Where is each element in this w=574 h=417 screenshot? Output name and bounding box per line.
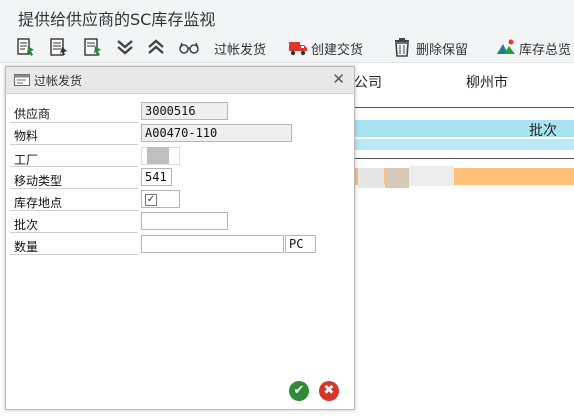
vendor-field[interactable]: 3000516 — [141, 102, 228, 120]
collapse-all-icon[interactable] — [145, 36, 167, 58]
row-separator — [10, 188, 138, 189]
cancel-icon: ✖ — [323, 383, 335, 398]
row-separator — [10, 232, 138, 233]
create-delivery-button[interactable]: 创建交货 — [311, 39, 363, 58]
delete-reservation-button[interactable]: 删除保留 — [416, 39, 468, 58]
close-icon[interactable]: ✕ — [332, 70, 345, 88]
dialog-title: 过帐发货 — [34, 74, 83, 88]
post-goods-issue-dialog: 过帐发货 ✕ 供应商 3000516 物料 A00470-110 工厂 移动类型… — [5, 66, 355, 410]
divider-line — [354, 107, 574, 108]
masked-cell — [409, 166, 454, 186]
highlight-row — [354, 139, 574, 150]
vendor-label: 供应商 — [14, 107, 51, 121]
title-bar: 提供给供应商的SC库存监视 — [0, 0, 574, 32]
storage-location-checkbox[interactable]: ✓ — [145, 194, 157, 206]
stock-overview-icon[interactable] — [495, 36, 517, 58]
doc-list-icon[interactable] — [48, 36, 70, 58]
batch-field[interactable] — [141, 212, 228, 230]
toolbar: 过帐发货 创建交货 删除保留 库存总览 — [0, 32, 574, 63]
quantity-label: 数量 — [14, 240, 39, 254]
batch-label: 批次 — [14, 218, 39, 232]
batch-header-text: 批次 — [529, 123, 557, 139]
divider-line — [354, 158, 574, 159]
glasses-icon[interactable] — [178, 36, 200, 58]
stock-overview-button[interactable]: 库存总览 — [519, 39, 571, 58]
masked-cell — [358, 168, 384, 188]
dialog-header: 过帐发货 ✕ — [6, 67, 354, 94]
check-icon: ✔ — [293, 383, 305, 398]
cancel-button[interactable]: ✖ — [319, 381, 339, 401]
row-separator — [10, 166, 138, 167]
truck-icon[interactable] — [287, 36, 309, 58]
row-separator — [10, 210, 138, 211]
post-goods-issue-button[interactable]: 过帐发货 — [214, 39, 266, 58]
row-separator — [10, 144, 138, 145]
storage-location-label: 库存地点 — [14, 196, 63, 210]
masked-cell — [385, 168, 409, 188]
expand-all-icon[interactable] — [114, 36, 136, 58]
company-text: 公司 — [354, 75, 382, 91]
dialog-window-icon — [14, 74, 30, 86]
page-title: 提供给供应商的SC库存监视 — [18, 10, 216, 29]
confirm-button[interactable]: ✔ — [289, 381, 309, 401]
quantity-field[interactable] — [141, 235, 284, 253]
select-doc-icon[interactable] — [15, 36, 37, 58]
unit-field[interactable]: PC — [285, 235, 316, 253]
plant-masked — [147, 147, 169, 164]
doc-select-icon[interactable] — [82, 36, 104, 58]
material-field[interactable]: A00470-110 — [141, 124, 292, 142]
movement-type-label: 移动类型 — [14, 174, 63, 188]
city-text: 柳州市 — [466, 75, 508, 91]
row-separator — [10, 254, 138, 255]
movement-type-field[interactable]: 541 — [141, 168, 172, 186]
trash-icon[interactable] — [391, 36, 413, 58]
row-separator — [10, 122, 138, 123]
material-label: 物料 — [14, 129, 39, 143]
